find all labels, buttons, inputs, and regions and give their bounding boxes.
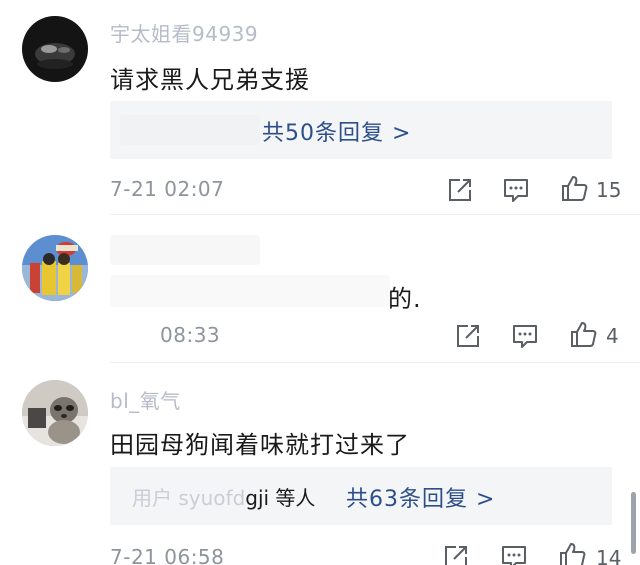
comment-item: 宇太姐看94939 请求黑人兄弟支援 共50条回复 > 7-21 02:07 1… <box>0 0 640 215</box>
avatar[interactable] <box>22 235 88 301</box>
comment-text: 的. <box>388 285 422 313</box>
like-icon[interactable] <box>560 174 588 202</box>
comment-item: 的. 08:33 4 <box>0 215 640 363</box>
like-count: 14 <box>596 546 622 565</box>
like-icon[interactable] <box>569 320 597 348</box>
username[interactable]: 宇太姐看94939 <box>110 18 258 47</box>
blurred-comment-text <box>110 275 390 307</box>
comments-feed: 宇太姐看94939 请求黑人兄弟支援 共50条回复 > 7-21 02:07 1… <box>0 0 640 565</box>
like-count: 15 <box>596 178 622 202</box>
like-count: 4 <box>606 324 619 348</box>
timestamp: 7-21 02:07 <box>110 177 225 201</box>
replies-box[interactable]: 共50条回复 > <box>110 101 612 159</box>
comment-text: 请求黑人兄弟支援 <box>110 66 310 94</box>
replies-box[interactable]: 用户 syuofdgji 等人 共63条回复 > <box>110 467 612 525</box>
blurred-username <box>110 235 260 265</box>
timestamp: 7-21 06:58 <box>110 545 225 565</box>
timestamp: 08:33 <box>160 323 221 347</box>
comment-icon[interactable] <box>511 322 539 350</box>
share-icon[interactable] <box>442 543 470 565</box>
avatar[interactable] <box>22 16 88 82</box>
like-icon[interactable] <box>558 541 586 565</box>
scrollbar[interactable] <box>631 492 636 554</box>
username[interactable]: bl_氧气 <box>110 385 181 414</box>
blurred-reply-users <box>120 115 260 145</box>
share-icon[interactable] <box>454 322 482 350</box>
comment-text: 田园母狗闻着味就打过来了 <box>110 431 410 459</box>
avatar[interactable] <box>22 380 88 446</box>
comment-icon[interactable] <box>502 176 530 204</box>
view-replies-link[interactable]: 共63条回复 > <box>346 481 495 513</box>
comment-icon[interactable] <box>500 543 528 565</box>
view-replies-link[interactable]: 共50条回复 > <box>262 115 411 147</box>
comment-item: bl_氧气 田园母狗闻着味就打过来了 用户 syuofdgji 等人 共63条回… <box>0 363 640 565</box>
reply-users: 用户 syuofdgji 等人 <box>132 486 316 510</box>
share-icon[interactable] <box>446 176 474 204</box>
